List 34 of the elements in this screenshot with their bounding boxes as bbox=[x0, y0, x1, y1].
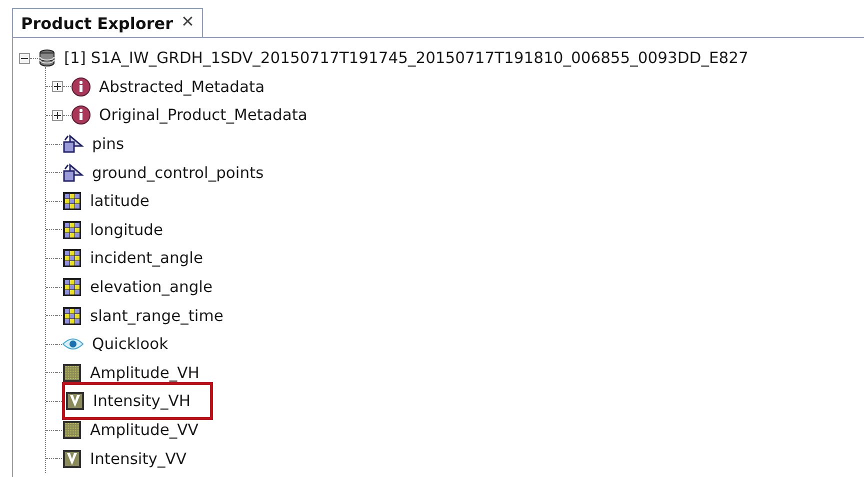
tree-item-label[interactable]: Abstracted_Metadata bbox=[99, 78, 265, 96]
virtual-band-icon bbox=[65, 391, 85, 412]
tree-item-label[interactable]: Quicklook bbox=[92, 335, 168, 354]
grid-icon bbox=[62, 277, 82, 298]
tree-item-label[interactable]: latitude bbox=[90, 192, 150, 210]
tree-item-label[interactable]: longitude bbox=[90, 220, 164, 239]
panel-tab[interactable]: Product Explorer ✕ bbox=[12, 8, 203, 37]
close-button[interactable]: ✕ bbox=[180, 15, 194, 31]
collapse-button[interactable] bbox=[19, 52, 30, 64]
tree-item-label[interactable]: slant_range_time bbox=[90, 306, 224, 325]
shape-icon bbox=[62, 162, 84, 183]
grid-icon bbox=[62, 248, 82, 268]
tree-item-label[interactable]: Intensity_VV bbox=[90, 450, 186, 468]
tree-item-label[interactable]: elevation_angle bbox=[90, 278, 212, 296]
tree-item-label[interactable]: Amplitude_VV bbox=[90, 421, 198, 440]
grid-icon bbox=[62, 220, 82, 240]
expand-button[interactable] bbox=[52, 81, 63, 92]
tree-item-label[interactable]: Amplitude_VH bbox=[90, 364, 200, 382]
tree-item-label[interactable]: ground_control_points bbox=[92, 164, 264, 182]
info-icon bbox=[71, 105, 91, 126]
tree-item-label[interactable]: incident_angle bbox=[90, 249, 203, 268]
eye-icon bbox=[62, 337, 84, 352]
raster-icon bbox=[62, 420, 82, 440]
tree-item-label[interactable]: [1] S1A_IW_GRDH_1SDV_20150717T191745_20150717T191810_006855_0093DD_E827 bbox=[64, 49, 748, 68]
shape-icon bbox=[62, 134, 84, 154]
grid-icon bbox=[62, 191, 82, 212]
virtual-band-icon bbox=[62, 448, 82, 469]
expand-button[interactable] bbox=[52, 110, 63, 121]
tree-item-label[interactable]: pins bbox=[92, 135, 124, 154]
grid-icon bbox=[62, 306, 82, 326]
tree-item-label[interactable]: Original_Product_Metadata bbox=[99, 106, 308, 124]
tree-item-label[interactable]: Intensity_VH bbox=[93, 392, 190, 410]
raster-icon bbox=[62, 362, 82, 383]
info-icon bbox=[71, 76, 91, 97]
